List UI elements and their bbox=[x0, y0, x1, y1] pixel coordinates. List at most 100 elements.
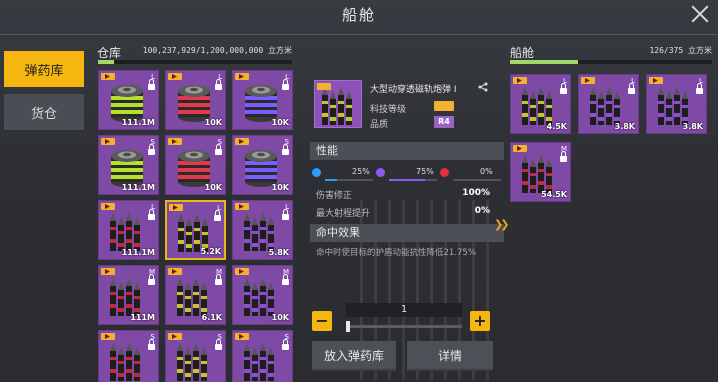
ship-item-slot[interactable]: L 3.8K bbox=[578, 74, 639, 134]
tier-badge-icon bbox=[235, 138, 249, 145]
ship-hold-capacity: 126/375 立方米 bbox=[649, 46, 712, 55]
ship-item-slot[interactable]: L 4.5K bbox=[510, 74, 571, 134]
warehouse-item-slot[interactable]: M 10K bbox=[232, 265, 293, 325]
lock-icon bbox=[148, 339, 155, 350]
lock-icon bbox=[282, 274, 289, 285]
quality-label: 品质 bbox=[370, 120, 389, 130]
stat-bar-fill bbox=[389, 179, 425, 181]
warehouse-item-slot[interactable]: S bbox=[232, 330, 293, 382]
stat-value: 25% bbox=[352, 167, 370, 176]
quantity-stepper: − 1 + bbox=[312, 303, 495, 337]
decrease-button[interactable]: − bbox=[312, 311, 332, 331]
warehouse-item-slot[interactable]: L 5.2K bbox=[165, 200, 226, 260]
warehouse-capacity: 100,237,929/1,200,000,000 立方米 bbox=[142, 46, 292, 55]
tab-ammo-bay[interactable]: 弹药库 bbox=[4, 51, 84, 87]
item-quantity: 10K bbox=[204, 118, 222, 127]
quality-badge: R4 bbox=[434, 116, 454, 128]
item-quantity: 111.1M bbox=[121, 118, 155, 127]
shell-cluster-icon bbox=[519, 151, 559, 195]
shell-cluster-icon bbox=[107, 339, 147, 382]
shell-cluster-icon bbox=[519, 83, 559, 127]
warehouse-item-grid: L 111.1M L 10K L 10K S 111.1M S 10K S 10K L 111.1M L 5.… bbox=[98, 70, 296, 382]
lock-icon bbox=[282, 144, 289, 155]
max-range-row: 最大射程提升 0% bbox=[316, 206, 500, 219]
warehouse-item-slot[interactable]: L 10K bbox=[232, 70, 293, 130]
lock-icon bbox=[215, 274, 222, 285]
put-in-ammo-bay-button[interactable]: 放入弹药库 bbox=[312, 341, 396, 371]
warehouse-item-slot[interactable]: L 111.1M bbox=[98, 200, 159, 260]
title-divider bbox=[0, 34, 718, 35]
increase-button[interactable]: + bbox=[470, 311, 490, 331]
ammo-canister-icon bbox=[241, 144, 281, 188]
tier-badge-icon bbox=[649, 77, 663, 84]
window-title: 船舱 bbox=[341, 6, 376, 24]
tier-badge-icon bbox=[101, 138, 115, 145]
tier-badge-icon bbox=[513, 77, 527, 84]
item-quantity: 10K bbox=[204, 183, 222, 192]
tier-badge-icon bbox=[235, 73, 249, 80]
ship-item-grid: L 4.5K L 3.8K L 3.8K M 54.5K bbox=[510, 74, 714, 214]
item-quantity: 111.1M bbox=[121, 248, 155, 257]
lock-icon bbox=[148, 274, 155, 285]
quantity-input[interactable]: 1 bbox=[346, 303, 462, 317]
max-range-label: 最大射程提升 bbox=[316, 209, 371, 219]
lock-icon bbox=[214, 210, 221, 221]
tier-badge-icon bbox=[581, 77, 595, 84]
warehouse-item-slot[interactable]: S bbox=[165, 330, 226, 382]
warehouse-item-slot[interactable]: L 5.8K bbox=[232, 200, 293, 260]
slider-knob[interactable] bbox=[346, 321, 350, 332]
detail-item-name: 大型动穿透磁轨炮弹 I bbox=[370, 85, 457, 95]
tier-badge-icon bbox=[169, 204, 183, 211]
warehouse-item-slot[interactable]: L 111.1M bbox=[98, 70, 159, 130]
item-quantity: 111M bbox=[130, 313, 155, 322]
lock-icon bbox=[148, 79, 155, 90]
warehouse-capacity-bar bbox=[98, 60, 292, 64]
tech-level-label: 科技等级 bbox=[370, 105, 407, 115]
ship-item-slot[interactable]: L 3.8K bbox=[646, 74, 707, 134]
warehouse-item-slot[interactable]: S 111.1M bbox=[98, 135, 159, 195]
tier-badge-icon bbox=[101, 203, 115, 210]
lock-icon bbox=[696, 83, 703, 94]
ammo-canister-icon bbox=[107, 144, 147, 188]
warehouse-item-slot[interactable]: S 10K bbox=[165, 135, 226, 195]
energy-icon bbox=[376, 168, 385, 177]
lock-icon bbox=[282, 339, 289, 350]
warehouse-capacity-fill bbox=[98, 60, 114, 64]
warehouse-item-slot[interactable]: M 6.1K bbox=[165, 265, 226, 325]
item-quantity: 10K bbox=[271, 118, 289, 127]
item-quantity: 10K bbox=[271, 183, 289, 192]
warehouse-label: 仓库 bbox=[97, 46, 122, 60]
warehouse-item-slot[interactable]: S 10K bbox=[232, 135, 293, 195]
quantity-slider[interactable] bbox=[346, 321, 462, 332]
tier-badge-icon bbox=[168, 73, 182, 80]
details-button[interactable]: 详情 bbox=[407, 341, 493, 371]
tech-level-badge bbox=[434, 101, 454, 111]
warehouse-header: 仓库 100,237,929/1,200,000,000 立方米 bbox=[96, 44, 292, 60]
stat-bar bbox=[325, 179, 373, 181]
ship-item-slot[interactable]: M 54.5K bbox=[510, 142, 571, 202]
shell-cluster-icon bbox=[174, 339, 214, 382]
tier-badge-icon bbox=[168, 268, 182, 275]
ammo-canister-icon bbox=[174, 144, 214, 188]
performance-header: 性能 bbox=[310, 142, 504, 160]
warehouse-item-slot[interactable]: S bbox=[98, 330, 159, 382]
item-quantity: 54.5K bbox=[541, 190, 567, 199]
warehouse-item-slot[interactable]: L 10K bbox=[165, 70, 226, 130]
close-icon[interactable] bbox=[690, 4, 710, 24]
item-quantity: 6.1K bbox=[201, 313, 222, 322]
shell-cluster-icon bbox=[241, 339, 281, 382]
lock-icon bbox=[148, 209, 155, 220]
hit-effect-header: 命中效果 bbox=[310, 224, 504, 242]
lock-icon bbox=[560, 83, 567, 94]
tab-cargo-hold[interactable]: 货仓 bbox=[4, 94, 84, 130]
share-icon[interactable] bbox=[478, 82, 488, 92]
lock-icon bbox=[282, 209, 289, 220]
lock-icon bbox=[215, 339, 222, 350]
shell-cluster-icon bbox=[241, 209, 281, 253]
lock-icon bbox=[282, 79, 289, 90]
title-bar: 船舱 bbox=[0, 0, 718, 30]
shell-cluster-icon bbox=[587, 83, 627, 127]
warehouse-item-slot[interactable]: M 111M bbox=[98, 265, 159, 325]
item-quantity: 111.1M bbox=[121, 183, 155, 192]
ship-capacity-fill bbox=[510, 60, 578, 64]
